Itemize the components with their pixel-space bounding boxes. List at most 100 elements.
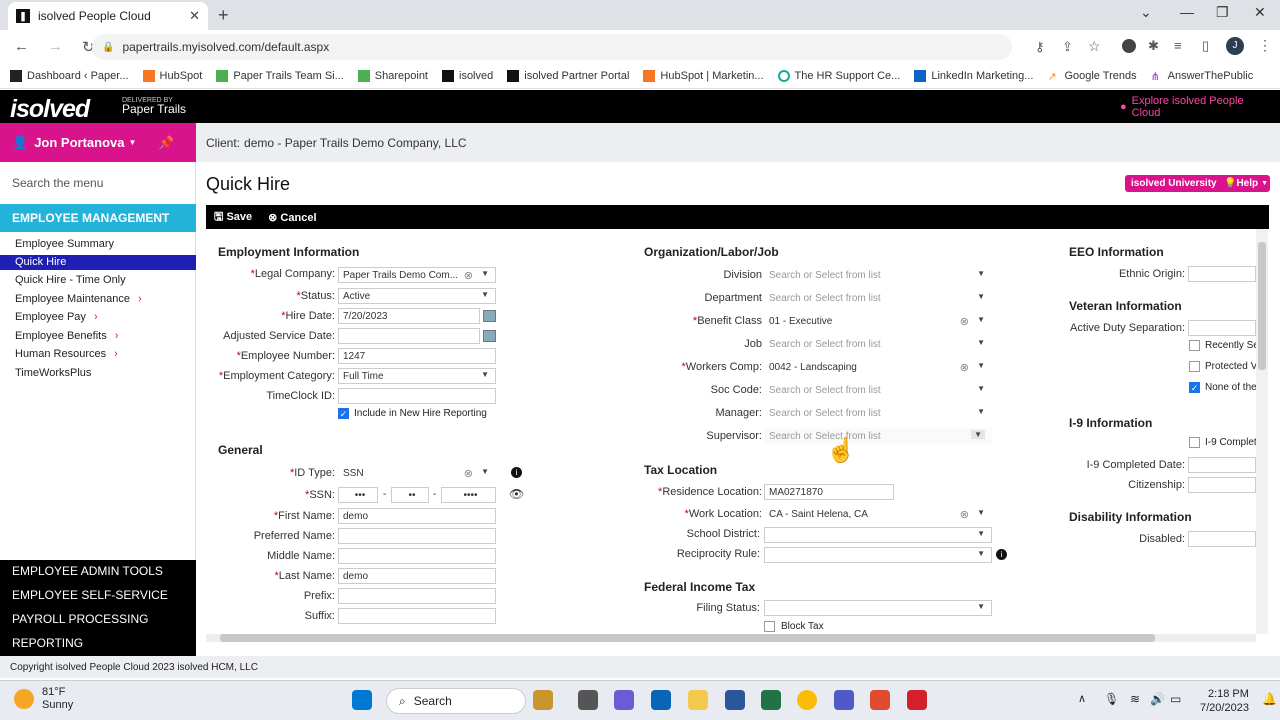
- minimize-icon[interactable]: —: [1180, 4, 1194, 20]
- id-type-select[interactable]: SSN ⊗ ▼: [338, 465, 496, 481]
- sidebar-item-quick-hire[interactable]: Quick Hire: [0, 255, 196, 270]
- excel-icon[interactable]: [761, 690, 781, 710]
- suffix-input[interactable]: [338, 608, 496, 624]
- puzzle-icon[interactable]: ✱: [1148, 38, 1159, 54]
- block-tax-checkbox[interactable]: Block Tax: [764, 621, 824, 632]
- tray-chevron-icon[interactable]: ∧: [1078, 692, 1086, 705]
- battery-icon[interactable]: ▭: [1170, 692, 1181, 706]
- bookmark-item[interactable]: isolved Partner Portal: [507, 69, 629, 82]
- volume-icon[interactable]: 🔊: [1150, 692, 1165, 706]
- outlook-icon[interactable]: [651, 690, 671, 710]
- close-tab-icon[interactable]: ✕: [189, 8, 200, 24]
- supervisor-select[interactable]: Search or Select from list ▼: [764, 428, 992, 444]
- eye-icon[interactable]: 👁: [509, 487, 524, 501]
- filing-status-select[interactable]: ▼: [764, 600, 992, 616]
- vertical-scroll-thumb[interactable]: [1258, 242, 1266, 370]
- isolved-logo[interactable]: isolved: [10, 95, 90, 124]
- manager-select[interactable]: Search or Select from list ▼: [764, 405, 992, 421]
- sidebar-section-employee-management[interactable]: EMPLOYEE MANAGEMENT: [0, 204, 196, 232]
- close-window-icon[interactable]: ✕: [1254, 4, 1266, 21]
- clear-icon[interactable]: ⊗: [960, 315, 969, 328]
- acrobat-icon[interactable]: [907, 690, 927, 710]
- url-field[interactable]: 🔒 papertrails.myisolved.com/default.aspx: [92, 34, 1012, 60]
- key-icon[interactable]: ⚷: [1035, 39, 1045, 55]
- status-select[interactable]: Active ▼: [338, 288, 496, 304]
- calendar-icon[interactable]: [483, 310, 496, 322]
- sidebar-item-employee-maintenance[interactable]: Employee Maintenance ›: [15, 293, 142, 305]
- protected-veteran-checkbox[interactable]: Protected V: [1189, 361, 1257, 372]
- info-icon[interactable]: i: [996, 549, 1007, 560]
- save-button[interactable]: 🖫 Save: [214, 208, 252, 227]
- bookmark-item[interactable]: HubSpot | Marketin...: [643, 69, 764, 82]
- share-icon[interactable]: ⇪: [1062, 39, 1073, 55]
- profile-avatar[interactable]: J: [1226, 37, 1244, 55]
- last-name-input[interactable]: demo: [338, 568, 496, 584]
- new-tab-icon[interactable]: +: [218, 5, 229, 26]
- menu-search-input[interactable]: Search the menu: [12, 176, 103, 190]
- sidebar-employee-admin-tools[interactable]: EMPLOYEE ADMIN TOOLS: [12, 564, 163, 578]
- info-icon[interactable]: i: [511, 467, 522, 478]
- client-name[interactable]: demo - Paper Trails Demo Company, LLC: [244, 136, 467, 150]
- middle-name-input[interactable]: [338, 548, 496, 564]
- residence-location-input[interactable]: MA0271870: [764, 484, 894, 500]
- user-menu[interactable]: 👤 Jon Portanova ▼ 📌: [0, 123, 196, 162]
- division-select[interactable]: Search or Select from list ▼: [764, 267, 992, 283]
- more-menu-icon[interactable]: ⋮: [1258, 37, 1272, 54]
- weather-widget[interactable]: 81°F Sunny: [14, 686, 73, 712]
- legal-company-select[interactable]: Paper Trails Demo Com... ⊗ ▼: [338, 267, 496, 283]
- preferred-name-input[interactable]: [338, 528, 496, 544]
- workers-comp-select[interactable]: 0042 - Landscaping ⊗ ▼: [764, 359, 992, 375]
- sidebar-payroll-processing[interactable]: PAYROLL PROCESSING: [12, 612, 148, 626]
- brave-icon[interactable]: [870, 690, 890, 710]
- sidebar-item-employee-pay[interactable]: Employee Pay ›: [15, 311, 98, 323]
- taskbar-clock[interactable]: 2:18 PM 7/20/2023: [1200, 687, 1249, 715]
- reading-list-icon[interactable]: ≡: [1174, 38, 1182, 53]
- teams-meet-icon[interactable]: [614, 690, 634, 710]
- bookmark-item[interactable]: isolved: [442, 69, 493, 82]
- browser-tab[interactable]: ❚ isolved People Cloud ✕: [8, 2, 208, 30]
- clear-icon[interactable]: ⊗: [464, 467, 473, 480]
- explore-button[interactable]: ● Explore isolved People Cloud: [1112, 95, 1280, 119]
- bookmark-item[interactable]: Sharepoint: [357, 69, 428, 82]
- bookmark-item[interactable]: LinkedIn Marketing...: [914, 69, 1033, 82]
- sidebar-item-employee-summary[interactable]: Employee Summary: [15, 238, 114, 250]
- star-icon[interactable]: ☆: [1088, 38, 1101, 55]
- bookmark-item[interactable]: The HR Support Ce...: [777, 69, 900, 82]
- timeclock-id-input[interactable]: [338, 388, 496, 404]
- app-icon[interactable]: [578, 690, 598, 710]
- sidebar-reporting[interactable]: REPORTING: [12, 636, 83, 650]
- employment-category-select[interactable]: Full Time ▼: [338, 368, 496, 384]
- job-select[interactable]: Search or Select from list ▼: [764, 336, 992, 352]
- extension-icon[interactable]: [1122, 39, 1136, 53]
- tab-search-icon[interactable]: ⌄: [1140, 4, 1152, 21]
- bookmark-item[interactable]: HubSpot: [142, 69, 202, 82]
- windows-start-icon[interactable]: [352, 690, 372, 710]
- cancel-button[interactable]: ⊗ Cancel: [268, 211, 316, 224]
- help-button[interactable]: 💡 Help ▼: [1218, 175, 1270, 192]
- teams-icon[interactable]: [834, 690, 854, 710]
- microphone-icon[interactable]: 🎙: [1104, 692, 1119, 706]
- prefix-input[interactable]: [338, 588, 496, 604]
- chrome-icon[interactable]: [797, 690, 817, 710]
- work-location-select[interactable]: CA - Saint Helena, CA ⊗ ▼: [764, 506, 992, 522]
- sidebar-employee-self-service[interactable]: EMPLOYEE SELF-SERVICE: [12, 588, 168, 602]
- wifi-icon[interactable]: ≋: [1130, 692, 1140, 706]
- back-icon[interactable]: ←: [14, 38, 34, 55]
- school-district-select[interactable]: ▼: [764, 527, 992, 543]
- ssn-serial-input[interactable]: ••••: [441, 487, 496, 503]
- sidebar-item-quick-hire-time-only[interactable]: Quick Hire - Time Only: [15, 274, 126, 286]
- none-of-the-above-checkbox[interactable]: ✓ None of the: [1189, 382, 1257, 393]
- pin-icon[interactable]: 📌: [158, 135, 174, 151]
- reciprocity-rule-select[interactable]: ▼: [764, 547, 992, 563]
- first-name-input[interactable]: demo: [338, 508, 496, 524]
- clear-icon[interactable]: ⊗: [960, 508, 969, 521]
- soc-code-select[interactable]: Search or Select from list ▼: [764, 382, 992, 398]
- calendar-icon[interactable]: [483, 330, 496, 342]
- hire-date-input[interactable]: 7/20/2023: [338, 308, 480, 324]
- bookmark-item[interactable]: Paper Trails Team Si...: [216, 69, 344, 82]
- citizenship-select[interactable]: [1188, 477, 1256, 493]
- bookmark-item[interactable]: Dashboard ‹ Paper...: [10, 69, 129, 82]
- i9-completed-date-input[interactable]: [1188, 457, 1256, 473]
- briefcase-icon[interactable]: [533, 690, 553, 710]
- ssn-area-input[interactable]: •••: [338, 487, 378, 503]
